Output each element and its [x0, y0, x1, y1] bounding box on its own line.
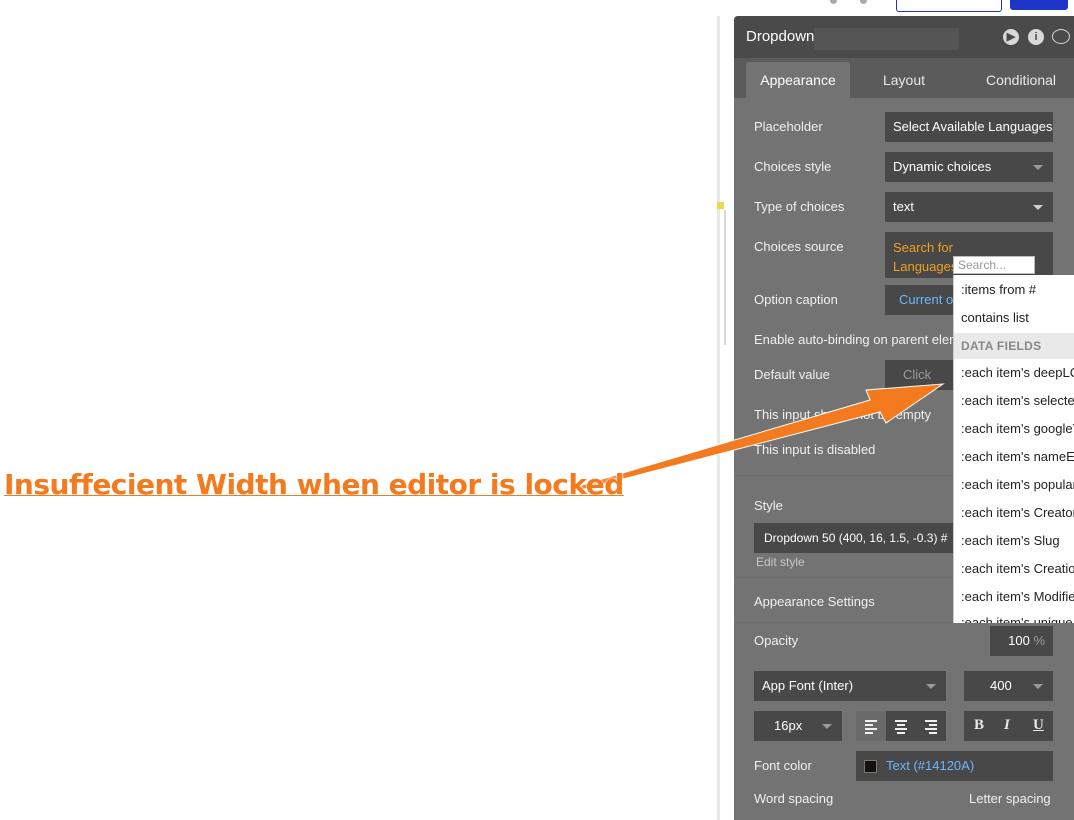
underline-button[interactable]: U: [1033, 717, 1044, 734]
align-right-icon[interactable]: [916, 711, 946, 741]
list-item[interactable]: :items from #: [961, 282, 1036, 297]
letter-spacing-label: Letter spacing: [969, 791, 1051, 806]
chevron-down-icon: [1033, 684, 1043, 689]
font-family-select[interactable]: App Font (Inter): [754, 671, 946, 701]
info-icon[interactable]: i: [1028, 29, 1044, 45]
option-caption-value: Current o: [899, 292, 954, 307]
default-value-label: Default value: [754, 367, 830, 382]
element-name-field[interactable]: [814, 28, 959, 50]
type-of-choices-select[interactable]: text: [885, 192, 1053, 222]
choices-style-value: Dynamic choices: [893, 159, 992, 174]
tab-conditional[interactable]: Conditional: [966, 62, 1074, 98]
chevron-down-icon: [822, 724, 832, 729]
deploy-button[interactable]: [1010, 0, 1068, 10]
opacity-label: Opacity: [754, 633, 799, 648]
appearance-settings-label: Appearance Settings: [754, 594, 875, 609]
annotation-text: Insuffecient Width when editor is locked: [4, 468, 624, 501]
placeholder-input[interactable]: Select Available Languages: [885, 112, 1053, 142]
font-color-picker[interactable]: Text (#14120A): [856, 751, 1053, 781]
chevron-down-icon: [926, 684, 936, 689]
comment-icon[interactable]: [1052, 29, 1070, 44]
canvas-edge: [717, 16, 720, 820]
font-size-value: 16px: [774, 718, 803, 733]
tab-layout[interactable]: Layout: [864, 62, 944, 98]
bold-button[interactable]: B: [974, 717, 984, 734]
text-align-group: [856, 711, 946, 741]
choices-source-line1[interactable]: Search for: [893, 238, 1053, 257]
style-label: Style: [754, 498, 783, 513]
preview-button[interactable]: [896, 0, 1002, 12]
not-empty-label: This input should not be empty: [754, 407, 932, 422]
type-of-choices-label: Type of choices: [754, 199, 845, 214]
type-of-choices-value: text: [893, 199, 914, 214]
font-family-value: App Font (Inter): [762, 678, 854, 693]
default-value-placeholder: Click: [903, 367, 932, 382]
choices-style-select[interactable]: Dynamic choices: [885, 152, 1053, 182]
panel-header[interactable]: Dropdown ▶ i: [734, 16, 1074, 58]
tab-appearance[interactable]: Appearance: [746, 62, 850, 98]
align-left-icon[interactable]: [856, 711, 886, 741]
dynamic-search-input[interactable]: Search...: [953, 256, 1035, 274]
list-item[interactable]: :each item's Modifie: [961, 589, 1074, 604]
font-weight-select[interactable]: 400: [964, 671, 1053, 701]
chevron-down-icon: [1033, 165, 1043, 170]
expression-suggestion-list: :items from # contains list DATA FIELDS …: [953, 275, 1074, 623]
choices-source-label: Choices source: [754, 239, 844, 254]
list-item[interactable]: :each item's nameEr: [961, 449, 1074, 464]
list-item[interactable]: :each item's googleT: [961, 421, 1074, 436]
list-item[interactable]: :each item's Creatior: [961, 561, 1074, 576]
data-fields-heading: DATA FIELDS: [961, 339, 1042, 353]
list-item[interactable]: :each item's Creator: [961, 505, 1074, 520]
edit-style-link[interactable]: Edit style: [756, 555, 805, 569]
opacity-input[interactable]: 100 %: [990, 626, 1053, 656]
section-header: DATA FIELDS: [954, 333, 1074, 359]
font-color-value: Text (#14120A): [886, 758, 975, 773]
chevron-down-icon: [1033, 205, 1043, 210]
opacity-unit: %: [1033, 633, 1045, 648]
list-item[interactable]: :each item's deepLC: [961, 365, 1074, 380]
font-weight-value: 400: [990, 678, 1012, 693]
panel-title: Dropdown: [746, 28, 815, 45]
choices-style-label: Choices style: [754, 159, 832, 174]
word-spacing-label: Word spacing: [754, 791, 834, 806]
disabled-label: This input is disabled: [754, 442, 876, 457]
opacity-value: 100: [1008, 633, 1030, 648]
play-icon[interactable]: ▶: [1003, 29, 1019, 45]
list-item[interactable]: :each item's Slug: [961, 533, 1060, 548]
auto-binding-label: Enable auto-binding on parent elem: [754, 332, 960, 347]
italic-button[interactable]: I: [1004, 717, 1010, 734]
list-item[interactable]: contains list: [961, 310, 1029, 325]
align-center-icon[interactable]: [886, 711, 916, 741]
placeholder-label: Placeholder: [754, 119, 823, 134]
font-size-select[interactable]: 16px: [754, 711, 842, 741]
text-format-group: B I U: [964, 711, 1053, 741]
font-color-label: Font color: [754, 758, 812, 773]
list-item[interactable]: :each item's unique: [961, 615, 1073, 623]
color-swatch: [864, 760, 877, 773]
canvas-element-border: [721, 210, 726, 345]
option-caption-label: Option caption: [754, 292, 838, 307]
canvas-selection-handle[interactable]: [717, 202, 724, 209]
list-item[interactable]: :each item's popular: [961, 477, 1074, 492]
list-item[interactable]: :each item's selectec: [961, 393, 1074, 408]
